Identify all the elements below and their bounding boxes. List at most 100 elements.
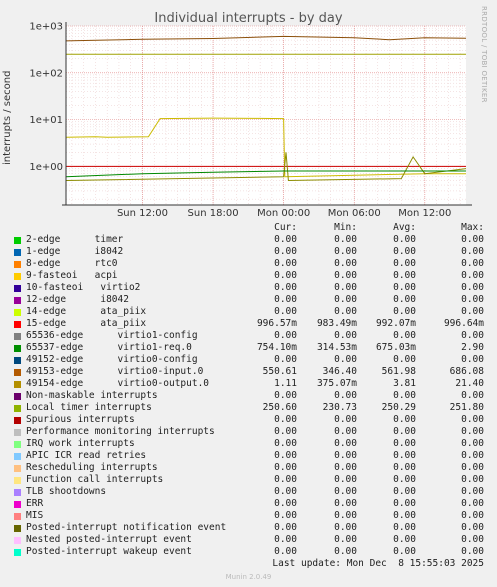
legend-value-avg: 561.98 [381,366,416,377]
legend-value-min: 0.00 [334,246,357,257]
legend-swatch [14,297,21,304]
legend-value-avg: 675.03m [375,342,416,353]
legend-swatch [14,489,21,496]
legend-series-name: ERR [26,498,44,509]
legend-value-max: 0.00 [461,474,484,485]
legend-swatch [14,453,21,460]
legend-value-min: 0.00 [334,426,357,437]
legend-value-max: 0.00 [461,270,484,281]
legend-value-min: 0.00 [334,510,357,521]
legend-series-name: MIS [26,510,44,521]
legend-value-min: 375.07m [316,378,357,389]
legend-row: 49153-edge virtio0-input.0 550.61 346.40 56… [0,366,497,378]
legend-value-max: 0.00 [461,498,484,509]
legend-value-max: 2.90 [461,342,484,353]
legend-value-avg: 0.00 [393,534,416,545]
munin-version: Munin 2.0.49 [225,573,272,581]
legend-row: TLB shootdowns 0.00 0.00 0.00 0.00 [0,486,497,498]
legend-value-max: 251.80 [449,402,484,413]
legend-swatch [14,369,21,376]
legend-value-max: 0.00 [461,534,484,545]
legend-value-avg: 0.00 [393,294,416,305]
legend-value-avg: 0.00 [393,258,416,269]
legend-value-min: 983.49m [316,318,357,329]
legend-swatch [14,345,21,352]
legend-swatch [14,513,21,520]
legend-row: 9-fasteoi acpi 0.00 0.00 0.00 0.00 [0,270,497,282]
legend-value-min: 0.00 [334,546,357,557]
legend-swatch [14,273,21,280]
legend-value-max: 0.00 [461,546,484,557]
legend-swatch [14,429,21,436]
x-tick-label: Mon 06:00 [328,208,381,219]
legend-swatch [14,381,21,388]
legend-row: 49152-edge virtio0-config 0.00 0.00 0.00 0.0… [0,354,497,366]
legend-row: Function call interrupts 0.00 0.00 0.00 0.00 [0,474,497,486]
legend-swatch [14,285,21,292]
legend-value-max: 0.00 [461,450,484,461]
legend-swatch [14,237,21,244]
legend-row: Nested posted-interrupt event 0.00 0.00 0.0… [0,534,497,546]
legend-row: 1-edge i8042 0.00 0.00 0.00 0.00 [0,246,497,258]
legend-series-name: 12-edge i8042 [26,294,129,305]
legend-series-name: Non-maskable interrupts [26,390,158,401]
legend-swatch [14,537,21,544]
legend-row: ERR 0.00 0.00 0.00 0.00 [0,498,497,510]
legend-value-max: 0.00 [461,282,484,293]
legend-value-cur: 0.00 [274,474,297,485]
legend-row: 8-edge rtc0 0.00 0.00 0.00 0.00 [0,258,497,270]
legend-value-cur: 0.00 [274,534,297,545]
legend-value-avg: 0.00 [393,450,416,461]
legend-value-min: 0.00 [334,390,357,401]
legend-series-name: 49152-edge virtio0-config [26,354,198,365]
legend-value-avg: 0.00 [393,426,416,437]
legend-series-name: Spurious interrupts [26,414,135,425]
legend-value-avg: 0.00 [393,522,416,533]
legend-value-min: 0.00 [334,294,357,305]
legend-swatch [14,441,21,448]
legend-header-cur: Cur: [274,222,297,233]
legend-value-min: 346.40 [322,366,357,377]
legend-value-cur: 1.11 [274,378,297,389]
legend-series-name: 49154-edge virtio0-output.0 [26,378,210,389]
legend-value-max: 0.00 [461,354,484,365]
legend-value-max: 686.08 [449,366,484,377]
legend-row: Posted-interrupt wakeup event 0.00 0.00 0.0… [0,546,497,558]
legend-series-name: 65537-edge virtio1-req.0 [26,342,192,353]
y-tick-label: 1e+01 [29,115,63,126]
x-tick-label: Sun 12:00 [117,208,168,219]
x-tick-label: Mon 00:00 [257,208,310,219]
legend-series-name: 14-edge ata_piix [26,306,147,317]
legend-value-avg: 0.00 [393,414,416,425]
legend-swatch [14,309,21,316]
legend-swatch [14,261,21,268]
legend-value-min: 0.00 [334,306,357,317]
legend-value-cur: 0.00 [274,354,297,365]
legend-swatch [14,321,21,328]
legend-value-avg: 0.00 [393,486,416,497]
legend-series-name: 10-fasteoi virtio2 [26,282,141,293]
legend-series-name: Function call interrupts [26,474,164,485]
legend-value-cur: 0.00 [274,426,297,437]
legend-swatch [14,549,21,556]
legend-value-min: 314.53m [316,342,357,353]
legend-value-avg: 992.07m [375,318,416,329]
legend-value-avg: 3.81 [393,378,416,389]
legend-value-cur: 0.00 [274,330,297,341]
legend-swatch [14,477,21,484]
legend-value-max: 0.00 [461,390,484,401]
legend-header-min: Min: [334,222,357,233]
legend-value-max: 21.40 [455,378,484,389]
legend-value-avg: 0.00 [393,270,416,281]
legend-value-max: 0.00 [461,462,484,473]
legend-value-max: 0.00 [461,426,484,437]
legend-series-name: 2-edge timer [26,234,124,245]
legend-series-name: Posted-interrupt wakeup event [26,546,192,557]
legend-value-avg: 0.00 [393,546,416,557]
y-tick-label: 1e+02 [29,68,63,79]
legend-row: 49154-edge virtio0-output.0 1.11 375.07m 3.… [0,378,497,390]
legend-value-min: 0.00 [334,498,357,509]
legend-series-name: Rescheduling interrupts [26,462,158,473]
legend-swatch [14,501,21,508]
legend-value-cur: 0.00 [274,390,297,401]
